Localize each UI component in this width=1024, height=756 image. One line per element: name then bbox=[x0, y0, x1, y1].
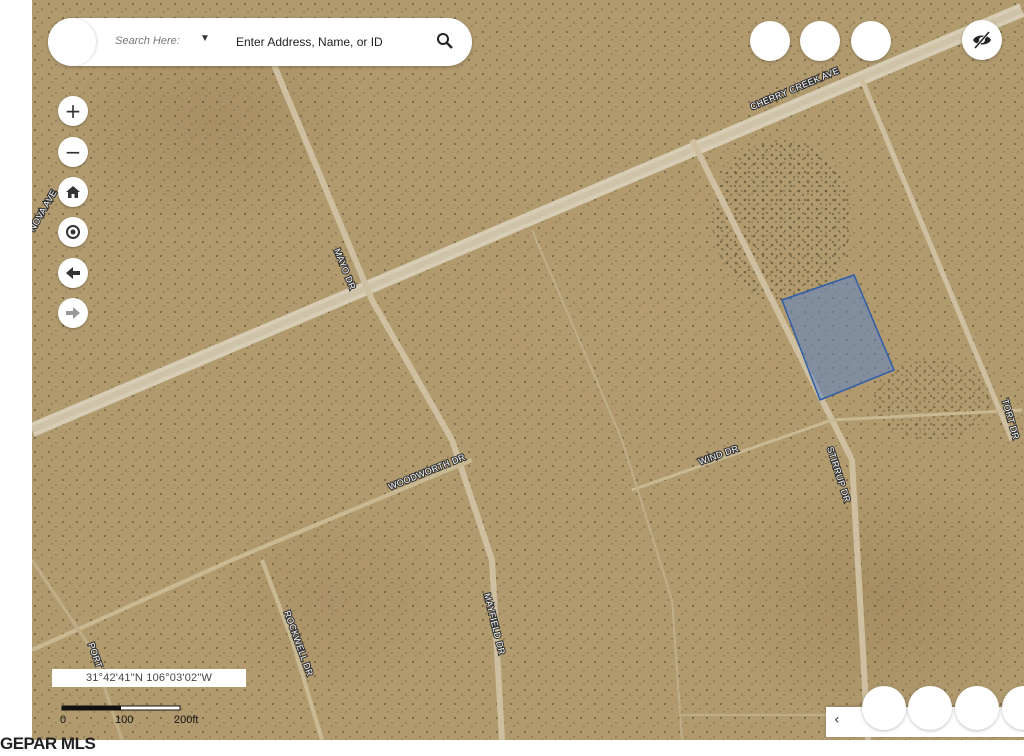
minus-icon: − bbox=[64, 140, 82, 164]
bottom-tool-button-3[interactable] bbox=[955, 686, 999, 730]
home-button[interactable] bbox=[58, 177, 88, 207]
satellite-map[interactable]: CHERRY CREEK AVE NOVA AVE MAYO DR WOODWO… bbox=[32, 0, 1024, 740]
toggle-visibility-button[interactable] bbox=[962, 20, 1002, 60]
map-tool-button-1[interactable] bbox=[750, 21, 790, 61]
search-input[interactable] bbox=[234, 30, 428, 54]
search-bar: Search Here: ▼ bbox=[48, 18, 472, 66]
locate-button[interactable] bbox=[58, 217, 88, 247]
map-bottom-margin bbox=[0, 740, 1024, 756]
bottom-tool-button-1[interactable] bbox=[862, 686, 906, 730]
attribution-text: GEPAR MLS bbox=[0, 734, 96, 753]
coordinate-readout: 31°42'41"N 106°03'02"W bbox=[52, 669, 246, 687]
scale-label-100: 100 bbox=[115, 714, 134, 726]
zoom-in-button[interactable]: + bbox=[58, 96, 88, 126]
scale-label-200: 200ft bbox=[174, 714, 199, 726]
caret-down-icon[interactable]: ▼ bbox=[200, 33, 210, 44]
bottom-tool-button-2[interactable] bbox=[908, 686, 952, 730]
previous-extent-button[interactable] bbox=[58, 258, 88, 288]
search-menu-button[interactable] bbox=[48, 18, 96, 66]
map-canvas[interactable]: CHERRY CREEK AVE NOVA AVE MAYO DR WOODWO… bbox=[32, 0, 1024, 740]
chevron-left-icon[interactable]: ‹ bbox=[834, 712, 840, 728]
arrow-left-icon bbox=[66, 267, 80, 279]
scale-label-0: 0 bbox=[60, 714, 67, 726]
zoom-out-button[interactable]: − bbox=[58, 137, 88, 167]
target-icon bbox=[66, 225, 80, 239]
arrow-right-icon bbox=[66, 307, 80, 319]
scale-bar: 0 100 200ft bbox=[60, 702, 210, 732]
map-viewer: CHERRY CREEK AVE NOVA AVE MAYO DR WOODWO… bbox=[0, 0, 1024, 756]
search-mode-label[interactable]: Search Here: bbox=[115, 35, 180, 47]
eye-slash-icon bbox=[973, 31, 991, 49]
search-icon[interactable] bbox=[436, 32, 454, 50]
home-icon bbox=[66, 186, 80, 198]
map-tool-button-3[interactable] bbox=[851, 21, 891, 61]
plus-icon: + bbox=[64, 99, 82, 123]
map-tool-button-2[interactable] bbox=[800, 21, 840, 61]
next-extent-button[interactable] bbox=[58, 298, 88, 328]
